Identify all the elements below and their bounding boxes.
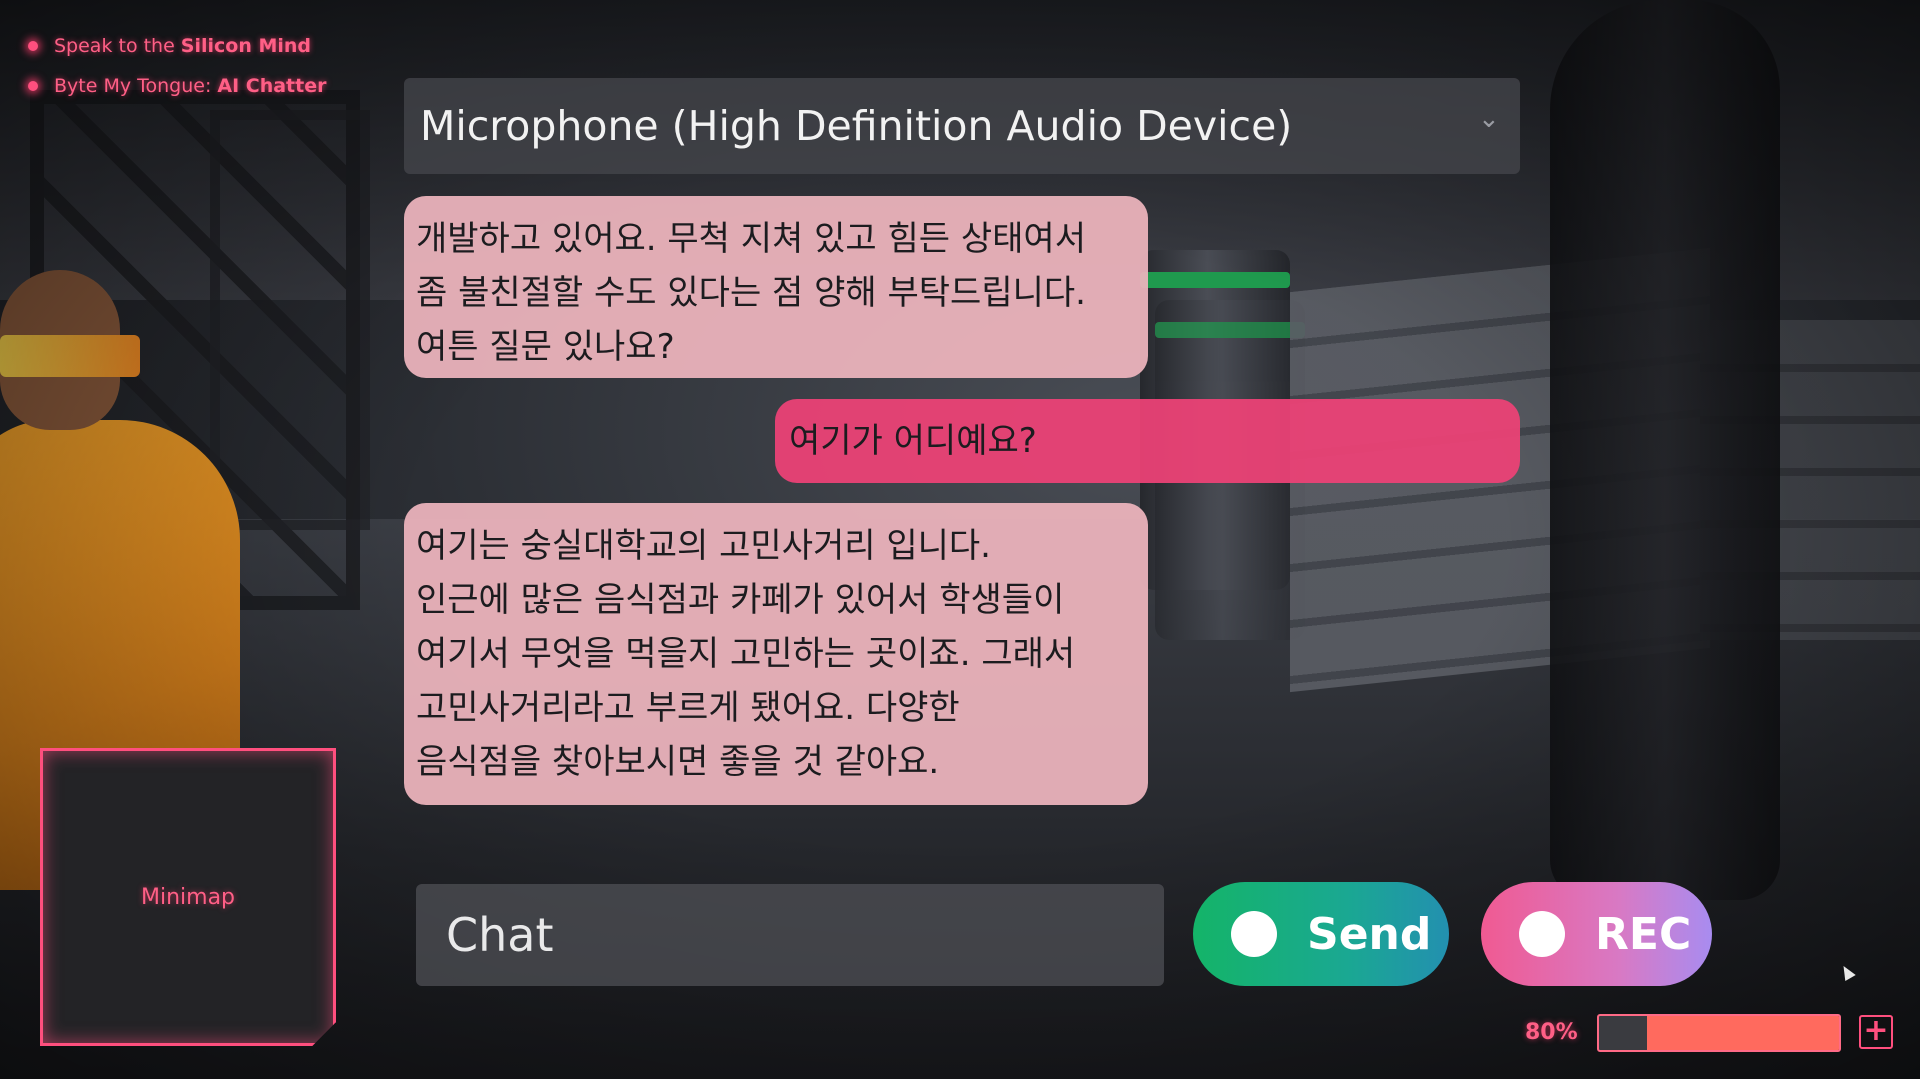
quest-prefix: Speak to the xyxy=(54,35,175,57)
status-bar-fill xyxy=(1647,1016,1839,1050)
quest-highlight: AI Chatter xyxy=(217,75,327,97)
record-button[interactable]: REC xyxy=(1481,882,1712,986)
quest-item: Byte My Tongue: AI Chatter xyxy=(28,66,326,106)
message-line: 인근에 많은 음식점과 카페가 있어서 학생들이 xyxy=(416,580,1065,620)
message-line: 개발하고 있어요. 무척 지쳐 있고 힘든 상태여서 xyxy=(416,219,1086,259)
minimap[interactable]: Minimap xyxy=(40,748,336,1046)
quest-item: Speak to the Silicon Mind xyxy=(28,26,326,66)
message-line: 여튼 질문 있나요? xyxy=(416,327,675,367)
message-text: 여기가 어디예요? xyxy=(789,421,1037,461)
quest-bullet-icon xyxy=(28,81,38,91)
user-message-bubble: 여기가 어디예요? xyxy=(775,399,1520,483)
chat-input[interactable] xyxy=(416,884,1164,986)
record-toggle-icon xyxy=(1519,911,1565,957)
minimap-label: Minimap xyxy=(140,884,236,910)
microphone-select[interactable]: Microphone (High Definition Audio Device… xyxy=(404,78,1520,174)
message-line: 음식점을 찾아보시면 좋을 것 같아요. xyxy=(416,742,940,782)
quest-prefix: Byte My Tongue: xyxy=(54,75,212,97)
send-toggle-icon xyxy=(1231,911,1277,957)
quest-bullet-icon xyxy=(28,41,38,51)
send-button-label: Send xyxy=(1307,908,1432,960)
quest-highlight: Silicon Mind xyxy=(180,35,312,57)
send-button[interactable]: Send xyxy=(1193,882,1449,986)
record-button-label: REC xyxy=(1595,908,1692,960)
message-line: 여기는 숭실대학교의 고민사거리 입니다. xyxy=(416,526,991,566)
ai-message-bubble: 개발하고 있어요. 무척 지쳐 있고 힘든 상태여서 좀 불친절할 수도 있다는… xyxy=(404,196,1148,378)
message-line: 고민사거리라고 부르게 됐어요. 다양한 xyxy=(416,688,960,728)
message-line: 여기서 무엇을 먹을지 고민하는 곳이죠. 그래서 xyxy=(416,634,1076,674)
status-percent: 80% xyxy=(1525,1020,1578,1045)
quest-tracker: Speak to the Silicon Mind Byte My Tongue… xyxy=(28,26,326,106)
message-line: 좀 불친절할 수도 있다는 점 양해 부탁드립니다. xyxy=(416,273,1086,313)
plus-icon[interactable]: + xyxy=(1859,1015,1893,1049)
ai-message-bubble: 여기는 숭실대학교의 고민사거리 입니다. 인근에 많은 음식점과 카페가 있어… xyxy=(404,503,1148,805)
microphone-selected-value: Microphone (High Definition Audio Device… xyxy=(420,102,1293,150)
chevron-down-icon[interactable]: ⌄ xyxy=(1478,106,1500,132)
status-bar xyxy=(1597,1014,1841,1052)
